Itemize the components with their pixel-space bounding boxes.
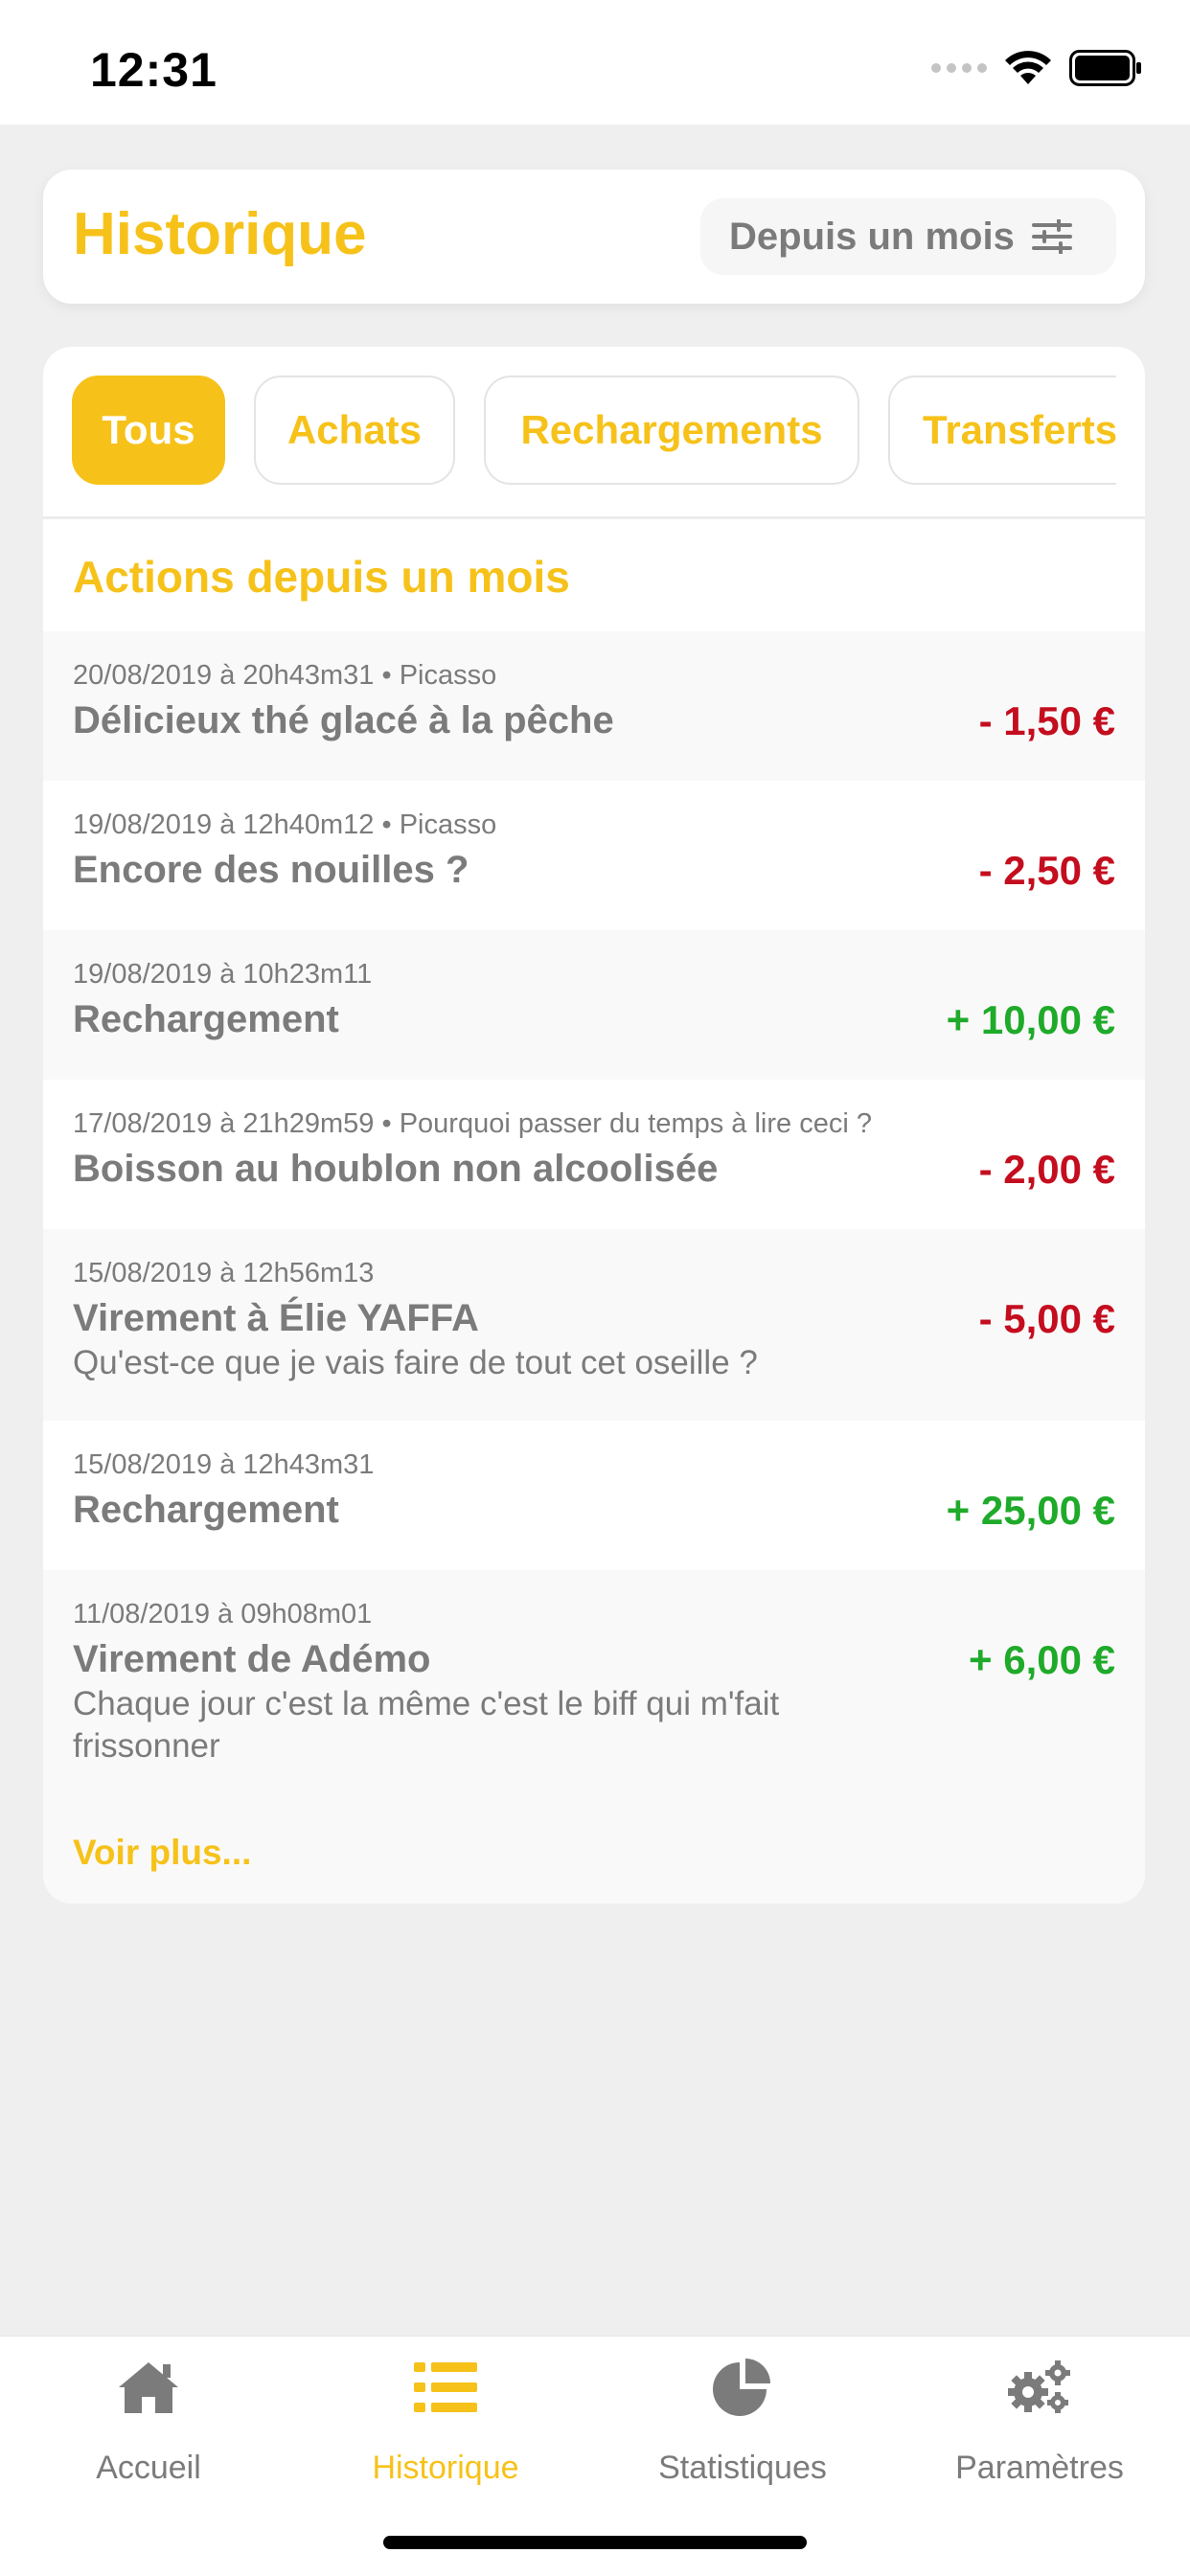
gears-icon — [1008, 2360, 1070, 2413]
transaction-row[interactable]: 20/08/2019 à 20h43m31 • Picasso Délicieu… — [43, 631, 1145, 781]
transaction-amount: + 10,00 € — [946, 997, 1115, 1042]
tab-purchases[interactable]: Achats — [254, 376, 455, 485]
transaction-amount: - 2,00 € — [978, 1147, 1115, 1192]
transaction-list: 20/08/2019 à 20h43m31 • Picasso Délicieu… — [43, 631, 1145, 1904]
status-time: 12:31 — [90, 43, 217, 97]
pie-chart-icon — [713, 2359, 770, 2416]
wifi-icon — [1005, 51, 1051, 84]
divider — [43, 516, 1145, 519]
page-title: Historique — [73, 201, 367, 267]
transaction-comment: Qu'est-ce que je vais faire de tout cet … — [73, 1344, 758, 1381]
transaction-amount: - 5,00 € — [978, 1296, 1115, 1341]
section-title: Actions depuis un mois — [73, 552, 570, 602]
sliders-icon — [1031, 219, 1072, 254]
transaction-row[interactable]: 15/08/2019 à 12h56m13 Virement à Élie YA… — [43, 1229, 1145, 1421]
see-more-link[interactable]: Voir plus... — [73, 1833, 251, 1873]
transaction-meta: 11/08/2019 à 09h08m01 — [73, 1599, 373, 1630]
transaction-amount: + 25,00 € — [946, 1488, 1115, 1533]
transaction-row[interactable]: 11/08/2019 à 09h08m01 Virement de Adémo … — [43, 1570, 1145, 1781]
nav-statistics-label: Statistiques — [658, 2450, 827, 2486]
nav-settings-label: Paramètres — [955, 2450, 1124, 2486]
transaction-title: Délicieux thé glacé à la pêche — [73, 699, 614, 741]
transaction-meta: 15/08/2019 à 12h56m13 — [73, 1258, 375, 1288]
transaction-row[interactable]: 17/08/2019 à 21h29m59 • Pourquoi passer … — [43, 1080, 1145, 1229]
transaction-meta: 19/08/2019 à 10h23m11 — [73, 959, 373, 990]
nav-history-label: Historique — [372, 2450, 519, 2486]
period-filter-button[interactable]: Depuis un mois — [700, 198, 1116, 275]
nav-history[interactable]: Historique — [297, 2354, 594, 2487]
transaction-amount: - 2,50 € — [978, 848, 1115, 893]
home-icon — [119, 2362, 178, 2413]
transaction-meta: 19/08/2019 à 12h40m12 • Picasso — [73, 809, 497, 840]
tab-reloads[interactable]: Rechargements — [484, 376, 859, 485]
tab-all[interactable]: Tous — [72, 376, 225, 485]
status-bar: 12:31 — [0, 0, 1190, 125]
transaction-amount: + 6,00 € — [969, 1637, 1115, 1682]
transaction-meta: 15/08/2019 à 12h43m31 — [73, 1449, 375, 1480]
transaction-title: Boisson au houblon non alcoolisée — [73, 1148, 719, 1190]
header-card: Historique Depuis un mois — [43, 170, 1145, 304]
transaction-title: Encore des nouilles ? — [73, 849, 469, 891]
status-icons — [931, 50, 1142, 86]
transaction-meta: 17/08/2019 à 21h29m59 • Pourquoi passer … — [73, 1108, 872, 1139]
list-icon — [414, 2362, 477, 2412]
transaction-title: Virement de Adémo — [73, 1638, 431, 1680]
nav-home[interactable]: Accueil — [0, 2354, 297, 2487]
transaction-row[interactable]: 19/08/2019 à 12h40m12 • Picasso Encore d… — [43, 781, 1145, 930]
home-indicator — [383, 2536, 807, 2549]
nav-home-label: Accueil — [96, 2450, 201, 2486]
transaction-comment: Chaque jour c'est la même c'est le biff … — [73, 1685, 780, 1765]
battery-icon — [1069, 50, 1141, 86]
nav-statistics[interactable]: Statistiques — [594, 2354, 891, 2487]
cellular-signal-icon — [931, 63, 987, 73]
transaction-amount: - 1,50 € — [978, 698, 1115, 743]
transaction-meta: 20/08/2019 à 20h43m31 • Picasso — [73, 660, 497, 691]
period-filter-label: Depuis un mois — [729, 215, 1015, 258]
transaction-row[interactable]: 15/08/2019 à 12h43m31 Rechargement + 25,… — [43, 1421, 1145, 1570]
filter-tabs: Tous Achats Rechargements Transferts — [72, 376, 1116, 489]
transaction-row[interactable]: 19/08/2019 à 10h23m11 Rechargement + 10,… — [43, 930, 1145, 1080]
tab-transfers[interactable]: Transferts — [888, 376, 1116, 485]
transaction-title: Virement à Élie YAFFA — [73, 1297, 479, 1339]
nav-settings[interactable]: Paramètres — [891, 2354, 1188, 2487]
history-card: Tous Achats Rechargements Transferts Act… — [43, 347, 1145, 1904]
see-more-row: Voir plus... — [43, 1781, 1145, 1904]
